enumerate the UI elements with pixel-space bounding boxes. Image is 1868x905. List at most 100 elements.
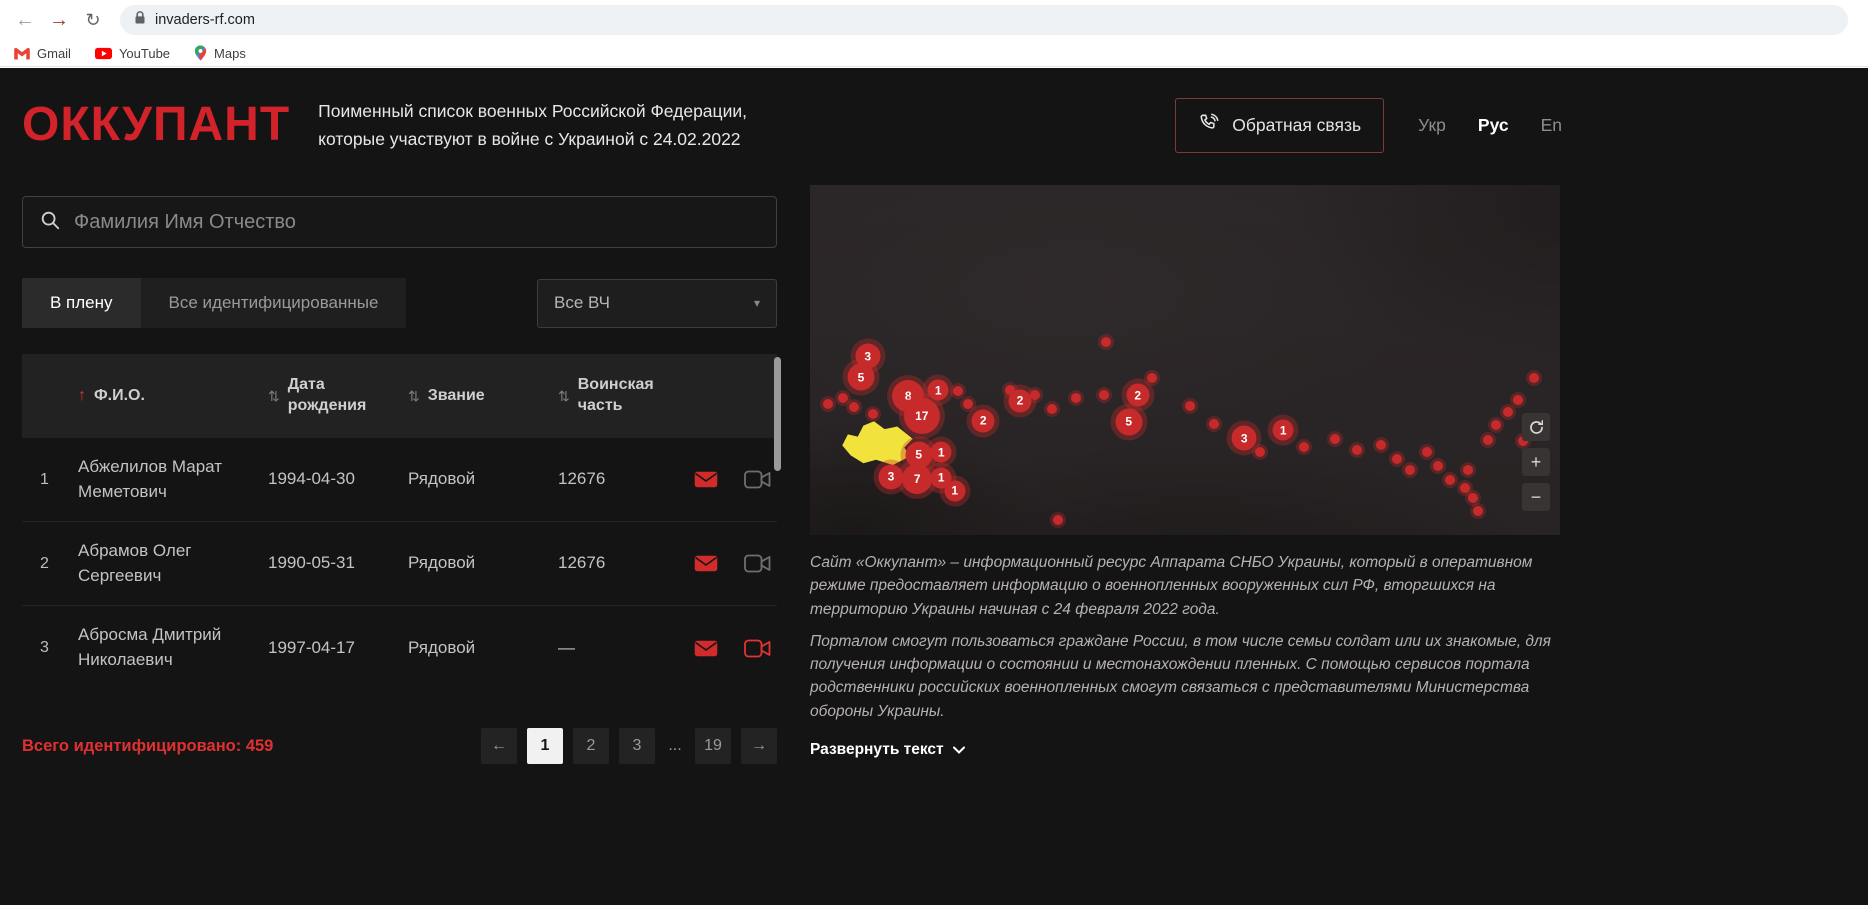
map-marker-dot[interactable] [1053,515,1063,525]
page-button-last[interactable]: 19 [695,728,731,764]
map-marker-dot[interactable] [963,399,973,409]
tab-all-identified[interactable]: Все идентифицированные [141,278,407,328]
map-marker-dot[interactable] [1468,493,1478,503]
table-scrollbar[interactable] [774,357,781,471]
search-input[interactable] [74,211,760,234]
page-next-icon[interactable]: → [741,728,777,764]
lock-icon[interactable] [134,10,146,30]
map-cluster[interactable]: 3 [1232,426,1257,451]
map-cluster[interactable]: 1 [944,480,965,501]
map-marker-dot[interactable] [849,402,859,412]
left-column: В плену Все идентифицированные Все ВЧ ▾ … [22,196,777,764]
expand-text-link[interactable]: Развернуть текст [810,741,1560,759]
zoom-in-icon[interactable]: + [1522,448,1550,476]
bookmark-label: Gmail [37,46,71,61]
pagination: ← 1 2 3 ... 19 → [481,728,777,764]
feedback-button[interactable]: Обратная связь [1175,98,1384,153]
search-box [22,196,777,248]
map-marker-dot[interactable] [1463,465,1473,475]
map-marker-dot[interactable] [1147,373,1157,383]
map-marker-dot[interactable] [1047,404,1057,414]
video-icon[interactable] [744,554,771,573]
map-marker-dot[interactable] [1460,483,1470,493]
map-marker-dot[interactable] [1513,395,1523,405]
row-dob: 1990-05-31 [268,551,408,576]
map-cluster[interactable]: 7 [902,464,932,494]
col-rank[interactable]: ⇅ Звание [408,386,558,407]
map-marker-dot[interactable] [1099,390,1109,400]
map-cluster[interactable]: 2 [1009,389,1032,412]
lang-ukr[interactable]: Укр [1418,115,1446,136]
map-marker-dot[interactable] [1071,393,1081,403]
col-name-label: Ф.И.О. [94,386,145,407]
map-cluster[interactable]: 5 [848,364,875,391]
map-marker-dot[interactable] [1529,373,1539,383]
mail-icon[interactable] [694,471,718,488]
col-name[interactable]: ↑ Ф.И.О. [78,386,268,407]
video-icon[interactable] [744,470,771,489]
mail-icon[interactable] [694,555,718,572]
map-marker-dot[interactable] [1405,465,1415,475]
map-marker-dot[interactable] [1392,454,1402,464]
table-row[interactable]: 3 Абросма Дмитрий Николаевич 1997-04-17 … [22,606,777,690]
map-refresh-icon[interactable] [1522,413,1550,441]
reload-icon[interactable]: ↻ [78,5,108,35]
page-prev-icon[interactable]: ← [481,728,517,764]
lang-rus[interactable]: Рус [1478,115,1509,136]
bookmark-youtube[interactable]: YouTube [95,46,170,61]
forward-icon[interactable]: → [44,5,74,35]
map-marker-dot[interactable] [1185,401,1195,411]
map-cluster[interactable]: 3 [879,464,904,489]
military-unit-select[interactable]: Все ВЧ ▾ [537,279,777,328]
page-button-2[interactable]: 2 [573,728,609,764]
page-button-3[interactable]: 3 [619,728,655,764]
page-button-1[interactable]: 1 [527,728,563,764]
table-row[interactable]: 1 Абжелилов Марат Меметович 1994-04-30 Р… [22,438,777,522]
video-icon[interactable] [744,639,771,658]
col-unit[interactable]: ⇅ Воинская часть [558,375,682,417]
map-cluster[interactable]: 2 [1126,384,1149,407]
map-marker-dot[interactable] [1209,419,1219,429]
map-marker-dot[interactable] [1473,506,1483,516]
back-icon[interactable]: ← [10,5,40,35]
sort-icon: ⇅ [408,387,420,405]
search-icon [39,209,61,236]
bookmark-gmail[interactable]: Gmail [14,46,71,61]
page-background: ОККУПАНТ Поименный список военных Россий… [0,68,1868,905]
map-marker-dot[interactable] [868,409,878,419]
bookmark-maps[interactable]: Maps [194,45,246,61]
chevron-down-icon [953,741,965,759]
map-marker-dot[interactable] [1445,475,1455,485]
map-marker-dot[interactable] [823,399,833,409]
map-marker-dot[interactable] [1352,445,1362,455]
map-cluster[interactable]: 2 [972,409,995,432]
tab-captured[interactable]: В плену [22,278,141,328]
map-marker-dot[interactable] [953,386,963,396]
feedback-label: Обратная связь [1232,115,1361,136]
mail-icon[interactable] [694,640,718,657]
map-cluster[interactable]: 1 [1273,420,1294,441]
address-bar[interactable]: invaders-rf.com [120,5,1848,35]
col-dob[interactable]: ⇅ Дата рождения [268,375,408,417]
table-row[interactable]: 2 Абрамов Олег Сергеевич 1990-05-31 Рядо… [22,522,777,606]
map-marker-dot[interactable] [1101,337,1111,347]
map-marker-dot[interactable] [1483,435,1493,445]
map-marker-dot[interactable] [1376,440,1386,450]
map-marker-dot[interactable] [1299,442,1309,452]
map-marker-dot[interactable] [1330,434,1340,444]
map-marker-dot[interactable] [838,393,848,403]
map-marker-dot[interactable] [1503,407,1513,417]
map-marker-dot[interactable] [1030,390,1040,400]
map-cluster[interactable]: 1 [928,380,949,401]
map-cluster[interactable]: 5 [1115,408,1142,435]
zoom-out-icon[interactable]: − [1522,483,1550,511]
site-logo: ОККУПАНТ [22,99,290,152]
map-marker-dot[interactable] [1255,447,1265,457]
map[interactable]: + − 358117222531513711 [810,185,1560,535]
map-cluster[interactable]: 1 [931,442,952,463]
map-marker-dot[interactable] [1433,461,1443,471]
map-marker-dot[interactable] [1491,420,1501,430]
lang-en[interactable]: En [1541,115,1562,136]
map-marker-dot[interactable] [1422,447,1432,457]
map-cluster[interactable]: 17 [904,398,940,434]
